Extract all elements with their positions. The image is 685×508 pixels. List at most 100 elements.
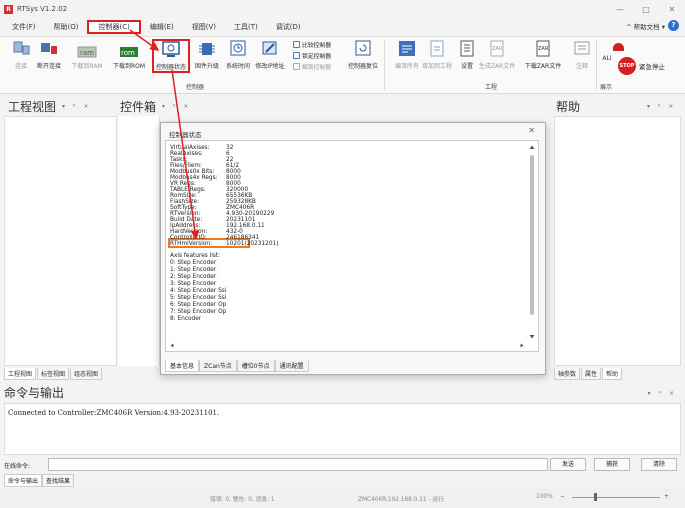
zoom-out-icon[interactable]: − (560, 494, 565, 500)
unlock-controller-button[interactable]: 解锁控制器 (293, 62, 331, 71)
zoom-slider[interactable] (572, 497, 660, 498)
download-rom-button[interactable]: rom 下载到ROM (112, 40, 146, 74)
capture-button[interactable]: 捕获 (594, 458, 630, 471)
controller-reset-button[interactable]: 控制器复位 (346, 40, 380, 74)
project-view-pane-controls[interactable]: ▾ ᵖ × (62, 103, 91, 110)
axis-feature-line: 3: Step Encoder (170, 281, 217, 287)
tab-properties[interactable]: 属性 (581, 368, 602, 380)
window-controls: — □ ✕ (607, 0, 685, 18)
send-button[interactable]: 发送 (550, 458, 586, 471)
menu-debug[interactable]: 调试(D) (267, 20, 310, 34)
toolbox-pane-controls[interactable]: ▾ ᵖ × (162, 103, 191, 110)
menu-tools[interactable]: 工具(T) (225, 20, 267, 34)
unlock-icon (293, 63, 300, 70)
app-title: RTSys V1.2.02 (17, 5, 68, 13)
command-pane-controls[interactable]: ▾ ᵖ × (648, 390, 677, 397)
left-pane-tabs: 工程视图 标签视图 组态视图 (4, 368, 103, 380)
controller-status-button[interactable]: 控制器状态 (152, 39, 190, 73)
close-button[interactable]: ✕ (659, 0, 685, 18)
tab-zcan-nodes[interactable]: ZCan节点 (199, 360, 237, 372)
connect-icon (11, 40, 31, 58)
minimize-button[interactable]: — (607, 0, 633, 18)
command-input-row: 在线命令: 发送 捕获 清除 (4, 458, 681, 472)
download-ram-button[interactable]: ram 下载到RAM (70, 40, 104, 74)
edit-ip-icon (260, 40, 280, 58)
scroll-down-icon[interactable] (528, 333, 536, 341)
scroll-left-icon[interactable] (168, 342, 176, 349)
rom-icon: rom (119, 40, 139, 58)
zoom-slider-thumb[interactable] (594, 493, 597, 501)
axis-feature-line: 1: Step Encoder (170, 267, 217, 273)
tab-search-results[interactable]: 查找结果 (42, 474, 75, 487)
system-time-button[interactable]: 系统时间 (221, 40, 255, 74)
tab-project-view[interactable]: 工程视图 (4, 368, 37, 380)
add-file-icon (427, 40, 447, 58)
zoom-in-icon[interactable]: + (664, 494, 669, 500)
modify-ip-button[interactable]: 修改IP地址 (253, 40, 287, 74)
axis-feature-line: 0: Step Encoder (170, 260, 217, 266)
dialog-tabs: 基本信息 ZCan节点 槽位0节点 通讯配置 (165, 360, 309, 372)
chip-icon (197, 40, 217, 58)
horizontal-scrollbar[interactable] (168, 342, 526, 349)
zoom-level: 100% (536, 494, 553, 500)
menu-file[interactable]: 文件(F) (0, 20, 45, 34)
scroll-up-icon[interactable] (528, 143, 536, 151)
clock-icon (228, 40, 248, 58)
tab-config-view[interactable]: 组态视图 (70, 368, 103, 380)
ram-icon: ram (77, 40, 97, 58)
tab-label-view[interactable]: 标签视图 (37, 368, 70, 380)
right-pane-tabs: 轴参数 属性 帮助 (554, 368, 623, 380)
status-info-line: RTHmiVersion: 10201(20231201) (170, 241, 278, 248)
tab-basic-info[interactable]: 基本信息 (165, 360, 200, 372)
maximize-button[interactable]: □ (633, 0, 659, 18)
help-pane-controls[interactable]: ▾ ᵖ × (647, 96, 676, 116)
svg-text:ram: ram (80, 49, 94, 57)
svg-text:ZAR: ZAR (538, 46, 549, 52)
disconnect-button[interactable]: 断开连接 (32, 40, 66, 74)
ribbon-separator-2 (596, 40, 597, 90)
download-zar-button[interactable]: ZAR 下载ZAR文件 (525, 40, 561, 74)
tab-slot0-nodes[interactable]: 槽位0节点 (236, 360, 275, 372)
help-docs[interactable]: ^ 帮助文档 ▾ ? (626, 20, 679, 31)
scrollbar-thumb[interactable] (530, 155, 534, 315)
project-view-pane (4, 116, 117, 366)
disconnect-icon (39, 40, 59, 58)
help-pane-pins[interactable]: ▾ ᵖ × (647, 103, 676, 110)
output-line: Connected to Controller:ZMC406R Version:… (8, 409, 220, 417)
info-key: RTHmiVersion: (170, 241, 213, 247)
toolbox-header: 控件箱 ▾ ᵖ × (120, 99, 192, 114)
info-value: 10201(20231201) (226, 241, 279, 247)
tab-axis-params[interactable]: 轴参数 (554, 368, 581, 380)
compare-controller-button[interactable]: 比较控制器 (293, 40, 331, 49)
status-text-area[interactable]: VirtualAxises: 32 RealAxises: 6 Tasks: 22 File… (165, 140, 539, 352)
menu-view[interactable]: 视图(V) (183, 20, 225, 34)
firmware-upgrade-button[interactable]: 固件升级 (190, 40, 224, 74)
menu-edit[interactable]: 编辑(E) (141, 20, 183, 34)
emergency-stop-button[interactable]: STOP 紧急停止 (618, 57, 665, 75)
generate-zar-button[interactable]: ZAR 生成ZAR文件 (479, 40, 515, 74)
axis-feature-line: 4: Step Encoder Ssi (170, 288, 227, 294)
dialog-close-icon[interactable]: ✕ (528, 126, 535, 135)
help-icon[interactable]: ? (668, 20, 679, 31)
compile-all-button[interactable]: 编译所有 (390, 40, 424, 74)
lock-controller-button[interactable]: 锁定控制器 (293, 51, 331, 60)
tab-comm-config[interactable]: 通讯配置 (274, 360, 309, 372)
command-input-label: 在线命令: (4, 462, 31, 470)
vertical-scrollbar[interactable] (528, 143, 536, 341)
ribbon-separator (384, 40, 385, 90)
clear-button[interactable]: 清除 (641, 458, 677, 471)
comment-button[interactable]: 注释 (565, 40, 599, 74)
menu-controller[interactable]: 控制器(C) (87, 20, 141, 34)
command-input[interactable] (48, 458, 548, 471)
menu-help[interactable]: 帮助(O) (45, 20, 88, 34)
tab-help[interactable]: 帮助 (602, 368, 623, 380)
controller-lock-group: 比较控制器 锁定控制器 解锁控制器 (293, 40, 331, 71)
dialog-title: 控制器状态 (169, 131, 202, 139)
title-bar: R RTSys V1.2.02 — □ ✕ (0, 0, 685, 18)
toolbox-list (118, 116, 160, 366)
add-to-project-button[interactable]: 增加到工程 (420, 40, 454, 74)
scroll-right-icon[interactable] (518, 342, 526, 349)
command-output-area[interactable]: Connected to Controller:ZMC406R Version:… (4, 403, 681, 455)
tab-command-output[interactable]: 命令与输出 (4, 474, 43, 487)
monitor-search-icon (161, 41, 181, 59)
